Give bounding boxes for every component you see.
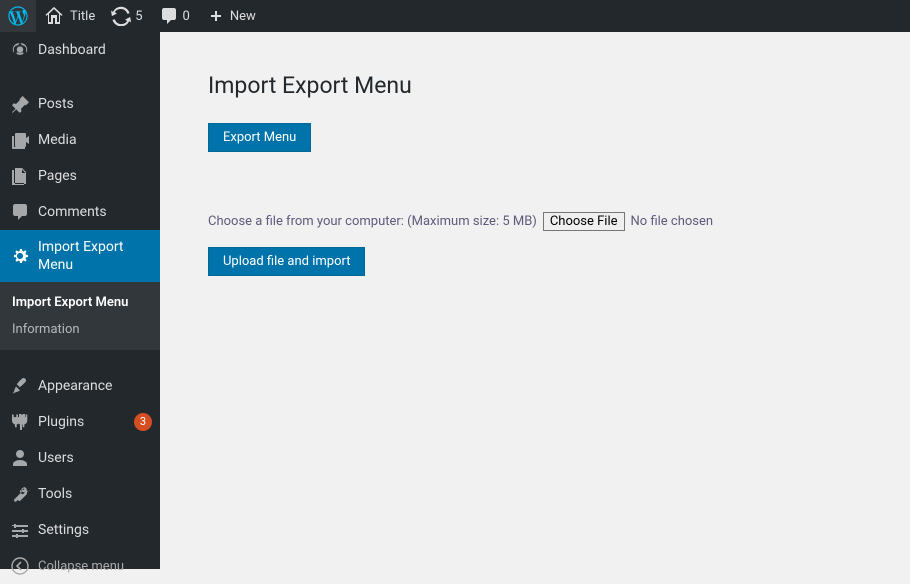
wordpress-icon	[8, 6, 28, 26]
nav-users[interactable]: Users	[0, 440, 160, 476]
user-icon	[10, 448, 30, 468]
nav-label: Comments	[38, 203, 152, 221]
nav-plugins[interactable]: Plugins 3	[0, 404, 160, 440]
nav-label: Plugins	[38, 413, 130, 431]
nav-label: Import Export Menu	[38, 238, 152, 274]
nav-label: Pages	[38, 167, 152, 185]
collapse-icon	[10, 556, 30, 576]
nav-comments[interactable]: Comments	[0, 194, 160, 230]
page-heading: Import Export Menu	[208, 72, 890, 99]
update-icon	[111, 6, 131, 26]
wordpress-logo[interactable]	[0, 0, 36, 32]
dashboard-icon	[10, 40, 30, 60]
nav-label: Users	[38, 449, 152, 467]
site-menu[interactable]: Title	[36, 0, 103, 32]
nav-tools[interactable]: Tools	[0, 476, 160, 512]
site-title: Title	[70, 9, 95, 24]
comments-menu[interactable]: 0	[151, 0, 198, 32]
nav-import-export-menu[interactable]: Import Export Menu	[0, 230, 160, 282]
plus-icon	[206, 6, 226, 26]
nav-label: Posts	[38, 95, 152, 113]
submenu-import-export[interactable]: Import Export Menu	[0, 289, 160, 316]
nav-label: Tools	[38, 485, 152, 503]
nav-appearance[interactable]: Appearance	[0, 368, 160, 404]
nav-label: Dashboard	[38, 41, 152, 59]
nav-label: Settings	[38, 521, 152, 539]
nav-media[interactable]: Media	[0, 122, 160, 158]
updates-menu[interactable]: 5	[103, 0, 150, 32]
brush-icon	[10, 376, 30, 396]
sliders-icon	[10, 520, 30, 540]
choose-file-label: Choose a file from your computer: (Maxim…	[208, 214, 537, 229]
nav-submenu: Import Export Menu Information	[0, 282, 160, 350]
plugin-icon	[10, 412, 30, 432]
nav-label: Media	[38, 131, 152, 149]
collapse-menu[interactable]: Collapse menu	[0, 548, 160, 584]
export-menu-button[interactable]: Export Menu	[208, 123, 311, 152]
new-content-menu[interactable]: New	[198, 0, 264, 32]
choose-file-button[interactable]: Choose File	[543, 212, 625, 231]
nav-pages[interactable]: Pages	[0, 158, 160, 194]
updates-count: 5	[135, 9, 142, 24]
comments-icon	[10, 202, 30, 222]
wrench-icon	[10, 484, 30, 504]
nav-dashboard[interactable]: Dashboard	[0, 32, 160, 68]
page-icon	[10, 166, 30, 186]
new-label: New	[230, 9, 256, 24]
comment-icon	[159, 6, 179, 26]
nav-settings[interactable]: Settings	[0, 512, 160, 548]
plugin-update-badge: 3	[134, 413, 152, 431]
submenu-information[interactable]: Information	[0, 316, 160, 343]
nav-posts[interactable]: Posts	[0, 86, 160, 122]
gear-icon	[10, 246, 30, 266]
main-content: Import Export Menu Export Menu Choose a …	[160, 32, 910, 569]
nav-label: Appearance	[38, 377, 152, 395]
home-icon	[44, 6, 64, 26]
upload-import-button[interactable]: Upload file and import	[208, 247, 365, 276]
collapse-label: Collapse menu	[38, 559, 124, 574]
media-icon	[10, 130, 30, 150]
comments-count: 0	[183, 9, 190, 24]
pin-icon	[10, 94, 30, 114]
no-file-chosen-text: No file chosen	[631, 214, 714, 229]
